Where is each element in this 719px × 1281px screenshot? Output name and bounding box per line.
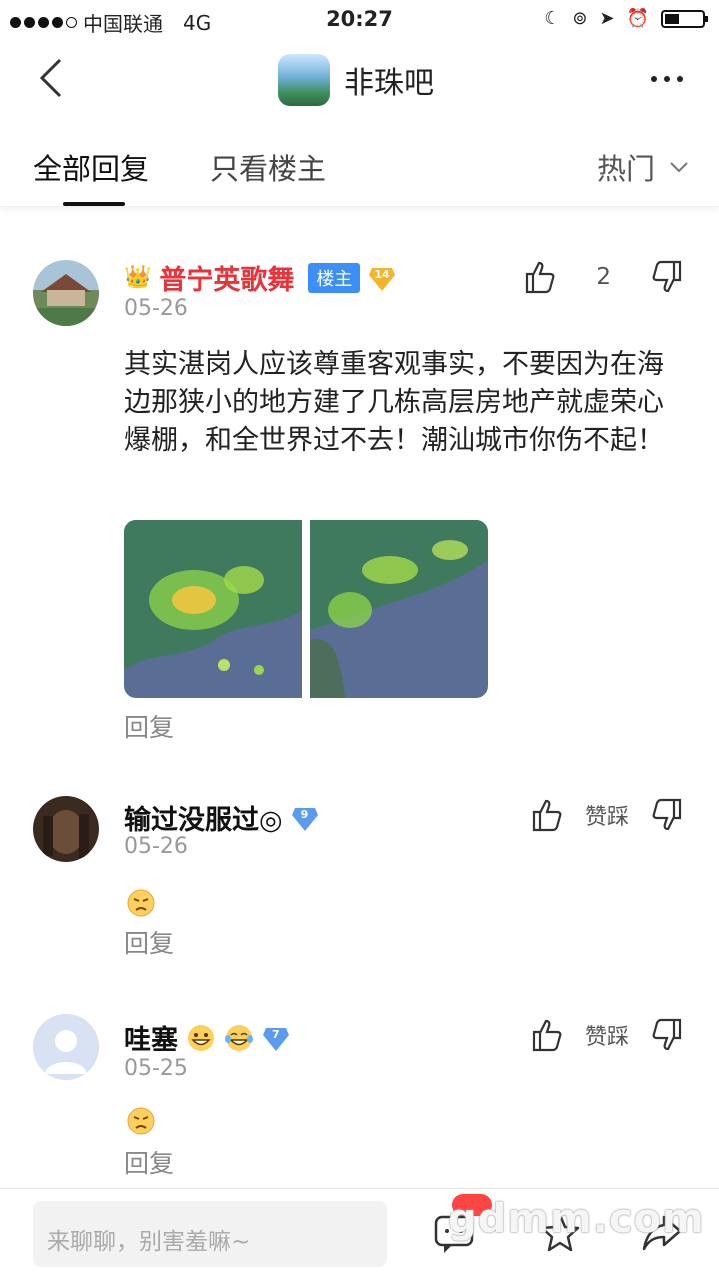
emoji-angry-icon	[127, 889, 155, 917]
reply-button[interactable]: 回复	[124, 1144, 174, 1180]
emoji-angry-icon	[127, 1107, 155, 1135]
forum-logo	[278, 54, 330, 106]
comment-input[interactable]: 来聊聊，别害羞嘛~	[33, 1201, 387, 1267]
username[interactable]: 普宁英歌舞	[159, 258, 294, 297]
level-number: 7	[272, 1027, 280, 1041]
watermark: gdmm.com	[448, 1196, 705, 1242]
username[interactable]: 输过没服过◎	[124, 798, 283, 837]
moon-icon: ☾	[544, 8, 561, 29]
post-actions: 赞踩	[531, 798, 683, 832]
forum-name: 非珠吧	[344, 66, 434, 101]
crown-icon: 👑	[124, 265, 152, 290]
sort-label: 热门	[596, 152, 655, 186]
status-right: ☾ ⊚ ➤ ⏰	[544, 8, 708, 29]
forum-header[interactable]: 非珠吧	[278, 54, 434, 106]
avatar[interactable]	[33, 1014, 99, 1080]
sort-dropdown[interactable]: 热门	[597, 146, 689, 188]
reply-button[interactable]: 回复	[124, 708, 174, 744]
post-date: 05-25	[124, 1056, 188, 1081]
username-row: 👑 普宁英歌舞 楼主 14	[124, 258, 396, 297]
level-badge-icon: 9	[291, 806, 318, 831]
light-map-image	[310, 520, 488, 698]
more-icon[interactable]	[651, 76, 683, 82]
owner-badge: 楼主	[308, 262, 361, 293]
level-number: 14	[374, 267, 390, 281]
post-actions: 2	[524, 260, 683, 294]
username-row: 输过没服过◎ 9	[124, 798, 318, 837]
location-icon: ➤	[599, 8, 615, 29]
level-badge-icon: 14	[368, 266, 396, 291]
grin-emoji-icon	[188, 1024, 214, 1051]
reply-tabs: 全部回复 只看楼主 热门	[0, 120, 719, 207]
username-row: 哇塞 7	[124, 1018, 289, 1057]
avatar[interactable]	[33, 260, 99, 326]
tab-all-replies[interactable]: 全部回复	[33, 146, 149, 188]
like-label: 赞踩	[584, 1025, 629, 1050]
post-image[interactable]	[124, 520, 488, 698]
reply-button[interactable]: 回复	[124, 924, 174, 960]
alarm-icon: ⏰	[626, 8, 649, 29]
chevron-down-icon	[670, 162, 688, 173]
like-label: 赞踩	[584, 805, 629, 830]
status-bar: 中国联通 4G 20:27 ☾ ⊚ ➤ ⏰	[0, 0, 719, 40]
active-tab-indicator	[63, 202, 125, 206]
level-number: 9	[300, 807, 309, 821]
tears-of-joy-emoji-icon	[225, 1024, 253, 1051]
comment-placeholder: 来聊聊，别害羞嘛~	[47, 1229, 251, 1255]
back-icon[interactable]	[36, 58, 66, 98]
level-badge-icon: 7	[262, 1026, 289, 1051]
tab-owner-only[interactable]: 只看楼主	[210, 146, 326, 188]
thumbs-up-icon[interactable]	[531, 798, 563, 832]
avatar[interactable]	[33, 796, 99, 862]
thumbs-up-icon[interactable]	[531, 1018, 563, 1052]
post-actions: 赞踩	[531, 1018, 683, 1052]
post-content: 其实湛岗人应该尊重客观事实，不要因为在海边那狭小的地方建了几栋高层房地产就虚荣心…	[124, 349, 664, 456]
post-date: 05-26	[124, 296, 188, 321]
nav-bar: 非珠吧	[0, 40, 719, 120]
thumbs-down-icon[interactable]	[651, 798, 683, 832]
post-date: 05-26	[124, 834, 188, 859]
thumbs-up-icon[interactable]	[524, 260, 556, 294]
light-map-image	[124, 520, 302, 698]
like-count: 2	[596, 264, 611, 290]
thumbs-down-icon[interactable]	[651, 1018, 683, 1052]
battery-icon	[661, 9, 708, 28]
username[interactable]: 哇塞	[124, 1018, 178, 1057]
rotation-lock-icon: ⊚	[572, 8, 588, 29]
thumbs-down-icon[interactable]	[651, 260, 683, 294]
